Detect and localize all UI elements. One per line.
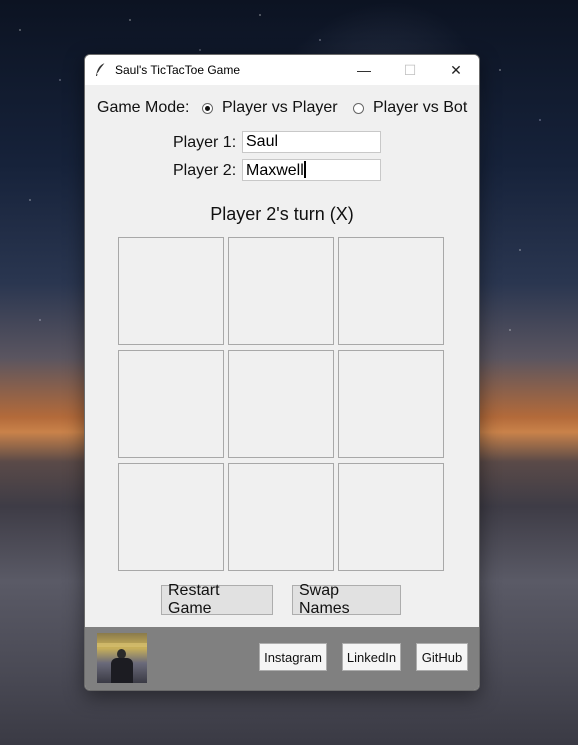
restart-game-button[interactable]: Restart Game [161, 582, 273, 617]
board-cell-9[interactable] [338, 463, 444, 571]
swap-names-button[interactable]: Swap Names [292, 582, 401, 617]
avatar [97, 633, 147, 683]
player1-value: Saul [246, 133, 279, 150]
linkedin-button[interactable]: LinkedIn [342, 643, 401, 671]
game-board [118, 237, 444, 572]
player1-input[interactable]: Saul [242, 131, 381, 153]
option-player-vs-bot-label[interactable]: Player vs Bot [373, 99, 467, 117]
window-title: Saul's TicTacToe Game [115, 63, 241, 77]
player1-label: Player 1: [173, 134, 237, 151]
board-cell-3[interactable] [338, 237, 444, 345]
close-button[interactable]: ✕ [433, 55, 479, 85]
avatar-beam [97, 643, 147, 647]
footer-bar: Instagram LinkedIn GitHub [85, 627, 479, 690]
board-cell-4[interactable] [118, 350, 224, 458]
player2-label: Player 2: [173, 162, 237, 179]
maximize-icon: ☐ [403, 61, 417, 78]
maximize-button[interactable]: ☐ [387, 55, 433, 85]
avatar-body [111, 658, 133, 683]
minimize-button[interactable]: — [341, 55, 387, 85]
instagram-button[interactable]: Instagram [259, 643, 327, 671]
board-cell-1[interactable] [118, 237, 224, 345]
feather-icon [94, 62, 108, 78]
minimize-icon: — [357, 62, 371, 78]
game-mode-row: Game Mode: Player vs Player Player vs Bo… [85, 99, 479, 119]
game-mode-label: Game Mode: [97, 99, 190, 116]
board-cell-8[interactable] [228, 463, 334, 571]
board-cell-2[interactable] [228, 237, 334, 345]
board-cell-7[interactable] [118, 463, 224, 571]
turn-status: Player 2's turn (X) [210, 204, 354, 224]
text-caret [303, 161, 306, 178]
option-player-vs-player-label[interactable]: Player vs Player [222, 99, 338, 117]
player2-value: Maxwell [246, 162, 304, 179]
github-button[interactable]: GitHub [416, 643, 468, 671]
close-icon: ✕ [450, 61, 462, 78]
radio-player-vs-bot[interactable] [353, 103, 364, 114]
board-cell-6[interactable] [338, 350, 444, 458]
player2-input[interactable]: Maxwell [242, 159, 381, 181]
radio-player-vs-player[interactable] [202, 103, 213, 114]
app-window: Saul's TicTacToe Game — ☐ ✕ Game Mode: P… [84, 54, 480, 691]
board-cell-5[interactable] [228, 350, 334, 458]
title-bar[interactable]: Saul's TicTacToe Game — ☐ ✕ [85, 55, 479, 85]
